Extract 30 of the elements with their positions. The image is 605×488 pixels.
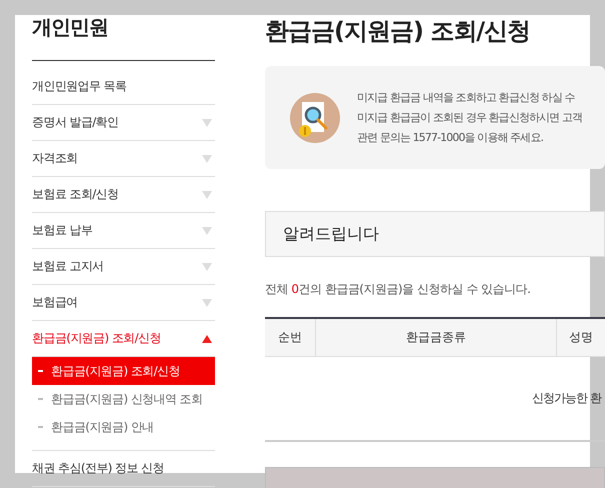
caret-down-icon (202, 262, 212, 270)
submenu-item[interactable]: 환급금(지원금) 조회/신청 (32, 357, 215, 385)
info-text: 미지급 환급금이 조회된 경우 환급신청하시면 고객 (357, 110, 582, 126)
page-title: 환급금(지원금) 조회/신청 (265, 16, 532, 47)
column-header: 환급금종류 (315, 319, 556, 356)
submenu-item[interactable]: 환급금(지원금) 신청내역 조회 (32, 385, 215, 413)
sidebar-item[interactable]: 보험급여 (32, 285, 215, 321)
refund-search-icon (290, 92, 340, 142)
sidebar-item[interactable]: 증명서 발급/확인 (32, 105, 215, 141)
notice-heading: 알려드립니다 (265, 211, 605, 257)
column-header: 성명 (556, 319, 605, 356)
sidebar-item[interactable]: 보험료 납부 (32, 213, 215, 249)
caret-down-icon (202, 226, 212, 234)
sidebar-item[interactable]: 개인민원업무 목록 (32, 69, 215, 105)
caret-down-icon (202, 298, 212, 306)
empty-message: 신청가능한 환 (265, 357, 605, 442)
sidebar-item[interactable]: 채권 추심(전부) 정보 신청 (32, 451, 215, 487)
sidebar-item[interactable]: 보험료 조회/신청 (32, 177, 215, 213)
count-text: 전체 0건의 환급금(지원금)을 신청하실 수 있습니다. (265, 281, 532, 298)
caret-up-icon (202, 334, 212, 342)
caret-down-icon (202, 190, 212, 198)
sidebar-item[interactable]: 자격조회 (32, 141, 215, 177)
caret-down-icon (202, 154, 212, 162)
submenu-item[interactable]: 환급금(지원금) 안내 (32, 413, 215, 441)
caret-down-icon (202, 118, 212, 126)
column-header: 순번 (277, 329, 303, 346)
info-text: 관련 문의는 1577-1000을 이용해 주세요. (357, 130, 544, 146)
info-text: 미지급 환급금 내역을 조회하고 환급신청 하실 수 (357, 90, 576, 106)
sidebar-title: 개인민원 (32, 14, 109, 41)
sidebar-item[interactable]: 보험료 고지서 (32, 249, 215, 285)
